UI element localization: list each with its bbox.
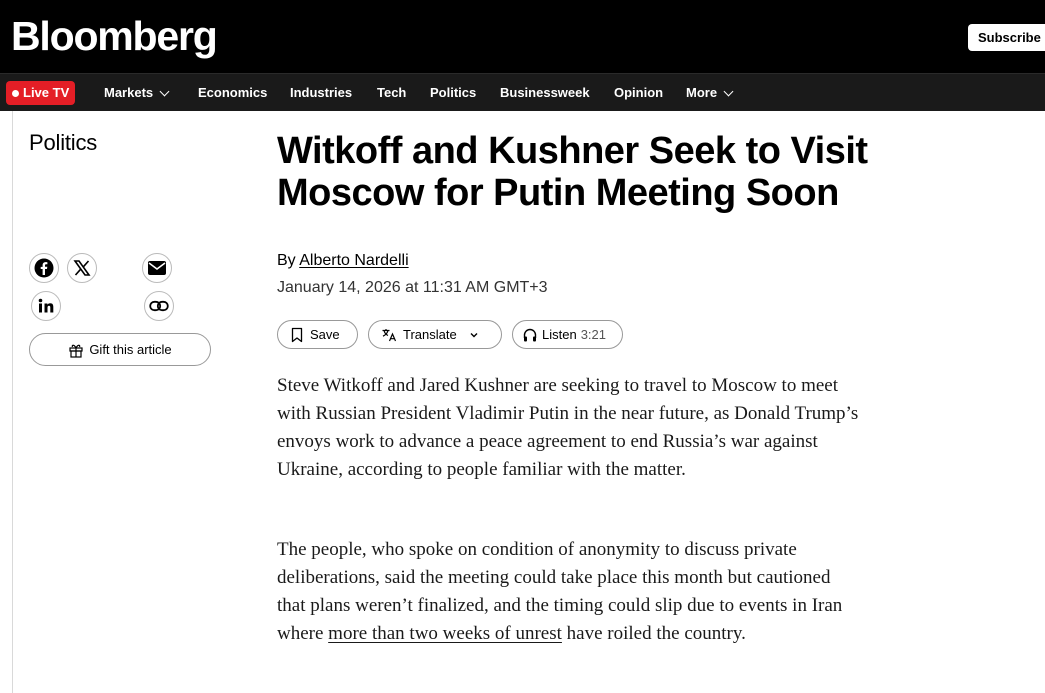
subscribe-button[interactable]: Subscribe — [968, 24, 1045, 51]
article-headline: Witkoff and Kushner Seek to Visit Moscow… — [277, 130, 868, 214]
nav-item-label: Tech — [377, 85, 407, 100]
gift-icon — [69, 344, 83, 358]
bloomberg-logo[interactable]: Bloomberg — [11, 12, 218, 60]
listen-label: Listen — [542, 327, 577, 342]
left-divider — [12, 111, 13, 693]
copy-link-button[interactable] — [144, 291, 174, 321]
live-dot-icon — [12, 89, 19, 97]
save-button[interactable]: Save — [277, 320, 358, 349]
save-label: Save — [310, 327, 340, 342]
nav-item-opinion[interactable]: Opinion — [614, 74, 663, 112]
nav-item-label: Opinion — [614, 85, 664, 100]
nav-item-markets[interactable]: Markets — [104, 74, 170, 112]
nav-item-economics[interactable]: Economics — [198, 74, 267, 112]
nav-item-label: Politics — [430, 85, 477, 100]
linkedin-icon — [38, 298, 54, 313]
nav-item-tech[interactable]: Tech — [377, 74, 406, 112]
nav-item-label: Industries — [290, 85, 353, 100]
chevron-down-icon — [159, 86, 170, 96]
share-email-button[interactable] — [142, 253, 172, 283]
nav-item-politics[interactable]: Politics — [430, 74, 476, 112]
nav-item-businessweek[interactable]: Businessweek — [500, 74, 590, 112]
paragraph-text: have roiled the country. — [561, 623, 746, 644]
gift-label: Gift this article — [89, 342, 172, 357]
publish-date: January 14, 2026 at 11:31 AM GMT+3 — [277, 279, 548, 296]
email-icon — [148, 261, 166, 275]
facebook-icon — [34, 258, 54, 278]
share-facebook-button[interactable] — [29, 253, 59, 283]
nav-item-label: Businessweek — [500, 85, 590, 100]
unrest-link[interactable]: more than two weeks of unrest — [328, 623, 562, 644]
gift-article-button[interactable]: Gift this article — [29, 333, 211, 366]
nav-item-label: Markets — [104, 85, 154, 100]
nav-item-industries[interactable]: Industries — [290, 74, 352, 112]
chevron-down-icon — [470, 332, 478, 337]
link-icon — [149, 300, 169, 312]
live-tv-button[interactable]: Live TV — [6, 81, 76, 105]
byline-prefix: By — [277, 252, 296, 269]
main-nav: Live TV Markets Economics Industries Tec… — [0, 73, 1045, 111]
listen-button[interactable]: Listen 3:21 — [512, 320, 623, 349]
translate-label: Translate — [403, 327, 457, 342]
live-tv-label: Live TV — [23, 85, 70, 100]
site-header: Bloomberg Subscribe — [0, 0, 1045, 73]
nav-item-label: Economics — [198, 85, 268, 100]
listen-duration: 3:21 — [580, 327, 607, 342]
chevron-down-icon — [723, 86, 734, 96]
section-label[interactable]: Politics — [29, 130, 97, 156]
article-paragraph-1: Steve Witkoff and Jared Kushner are seek… — [277, 375, 859, 480]
nav-item-more[interactable]: More — [686, 74, 734, 112]
share-x-button[interactable] — [67, 253, 97, 283]
x-icon — [73, 260, 91, 276]
translate-icon — [382, 328, 397, 341]
byline: By Alberto Nardelli — [277, 252, 409, 270]
author-link[interactable]: Alberto Nardelli — [299, 252, 408, 269]
nav-item-label: More — [686, 85, 718, 100]
article-paragraph-2: The people, who spoke on condition of an… — [277, 536, 862, 648]
headphones-icon — [523, 328, 537, 341]
bookmark-icon — [291, 327, 303, 342]
share-linkedin-button[interactable] — [31, 291, 61, 321]
translate-button[interactable]: Translate — [368, 320, 502, 349]
